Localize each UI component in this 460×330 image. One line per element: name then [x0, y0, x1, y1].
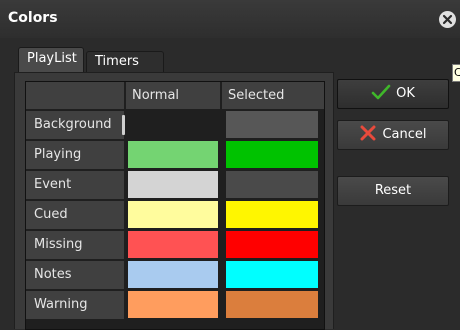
- row-label-playing: Playing: [26, 141, 124, 169]
- swatch-normal-warning[interactable]: [128, 291, 218, 318]
- column-header-selected: Selected: [222, 82, 324, 109]
- swatch-normal-playing[interactable]: [128, 141, 218, 168]
- cancel-label: Cancel: [382, 127, 427, 142]
- selection-cursor: [122, 115, 125, 135]
- swatch-selected-playing[interactable]: [226, 141, 318, 168]
- swatch-normal-missing[interactable]: [128, 231, 218, 258]
- ok-button[interactable]: OK: [337, 79, 449, 109]
- tab-timers[interactable]: Timers: [86, 51, 164, 73]
- swatch-selected-event[interactable]: [226, 171, 318, 198]
- row-label-notes: Notes: [26, 261, 124, 289]
- row-label-cued: Cued: [26, 201, 124, 229]
- tooltip: C: [452, 64, 460, 82]
- swatch-normal-cued[interactable]: [128, 201, 218, 228]
- cancel-button[interactable]: Cancel: [337, 120, 449, 150]
- row-label-missing: Missing: [26, 231, 124, 259]
- swatch-selected-background[interactable]: [226, 111, 318, 138]
- swatch-normal-notes[interactable]: [128, 261, 218, 288]
- close-icon: [442, 14, 453, 25]
- column-header-normal: Normal: [126, 82, 220, 109]
- swatch-normal-background[interactable]: [128, 111, 218, 138]
- ok-label: OK: [396, 86, 415, 101]
- tab-playlist[interactable]: PlayList: [18, 47, 84, 73]
- swatch-selected-notes[interactable]: [226, 261, 318, 288]
- color-grid: Normal Selected Background Playing Event Cu…: [25, 81, 325, 330]
- swatch-selected-cued[interactable]: [226, 201, 318, 228]
- row-label-event: Event: [26, 171, 124, 199]
- swatch-selected-missing[interactable]: [226, 231, 318, 258]
- corner-header: [26, 82, 124, 109]
- title-bar: Colors: [0, 0, 460, 38]
- checkmark-icon: [371, 84, 391, 99]
- reset-button[interactable]: Reset: [337, 176, 449, 206]
- row-label-warning: Warning: [26, 291, 124, 319]
- playlist-panel: Normal Selected Background Playing Event Cu…: [14, 72, 334, 330]
- x-icon: [360, 125, 376, 140]
- close-button[interactable]: [439, 11, 456, 28]
- row-label-background: Background: [26, 111, 124, 139]
- swatch-selected-warning[interactable]: [226, 291, 318, 318]
- window-title: Colors: [8, 10, 58, 26]
- swatch-normal-event[interactable]: [128, 171, 218, 198]
